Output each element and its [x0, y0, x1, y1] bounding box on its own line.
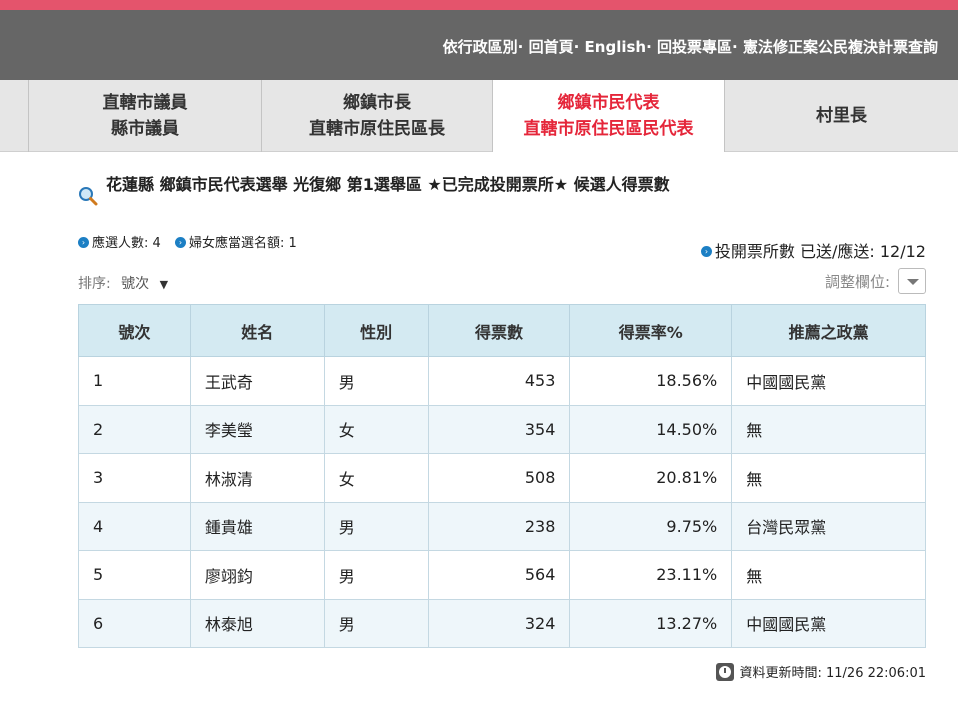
cell-gender: 男	[323, 356, 429, 406]
table-row: 1 王武奇 男 453 18.56% 中國國民黨	[78, 356, 926, 406]
tab-village-chief[interactable]: 村里長	[724, 80, 958, 152]
link-separator: ·	[732, 38, 738, 56]
column-header-party: 推薦之政黨	[731, 304, 926, 357]
seat-stats: › 應選人數: 4 › 婦女應當選名額: 1	[78, 232, 307, 251]
cell-rate: 18.56%	[569, 356, 733, 406]
table-row: 5 廖翊鈞 男 564 23.11% 無	[78, 550, 926, 600]
tab-label-line1: 鄉鎮市長	[343, 93, 411, 113]
link-separator: ·	[517, 38, 524, 56]
cell-name: 王武奇	[189, 356, 325, 406]
cell-name: 李美瑩	[189, 404, 325, 454]
cell-number: 3	[78, 453, 191, 503]
arrow-bullet-icon: ›	[78, 237, 89, 248]
cell-name: 廖翊鈞	[189, 550, 325, 600]
table-row: 6 林泰旭 男 324 13.27% 中國國民黨	[78, 598, 926, 648]
link-home[interactable]: 回首頁	[529, 38, 574, 56]
column-header-rate: 得票率%	[569, 304, 733, 357]
cell-number: 2	[78, 404, 191, 454]
magnifier-icon	[79, 187, 98, 206]
cell-name: 林泰旭	[189, 598, 325, 648]
station-stats: › 投開票所數 已送/應送: 12/12	[700, 238, 926, 262]
column-adjust: 調整欄位:	[825, 268, 926, 294]
cell-gender: 男	[323, 501, 429, 551]
tab-label-line1: 直轄市議員	[102, 93, 188, 113]
cell-rate: 14.50%	[569, 404, 733, 454]
site-header: 依行政區別· 回首頁· English· 回投票專區· 憲法修正案公民複決計票查…	[0, 10, 958, 80]
sort-dropdown-icon[interactable]: ▼	[160, 278, 168, 291]
column-header-number: 號次	[78, 304, 191, 357]
cell-gender: 男	[323, 598, 429, 648]
cell-votes: 324	[427, 598, 571, 648]
stations-reported: 投開票所數 已送/應送: 12/12	[714, 242, 926, 261]
cell-gender: 女	[323, 453, 429, 503]
women-quota-item: › 婦女應當選名額: 1	[174, 236, 297, 251]
cell-party: 台灣民眾黨	[731, 501, 926, 551]
cell-number: 1	[78, 356, 191, 406]
tab-councilors[interactable]: 直轄市議員 縣市議員	[28, 80, 261, 152]
page-title: 花蓮縣 鄉鎮市民代表選舉 光復鄉 第1選舉區 ★已完成投開票所★ 候選人得票數	[106, 175, 670, 194]
election-type-tabs: 直轄市議員 縣市議員 鄉鎮市長 直轄市原住民區長 鄉鎮市民代表 直轄市原住民區民…	[0, 80, 958, 152]
cell-party: 無	[731, 404, 926, 454]
cell-number: 4	[78, 501, 191, 551]
adjust-label: 調整欄位:	[824, 272, 890, 291]
column-dropdown-button[interactable]	[898, 268, 926, 294]
women-quota: 婦女應當選名額: 1	[188, 236, 297, 251]
elected-count-item: › 應選人數: 4	[78, 236, 161, 251]
link-separator: ·	[573, 38, 580, 56]
cell-rate: 13.27%	[569, 598, 733, 648]
table-row: 4 鍾貴雄 男 238 9.75% 台灣民眾黨	[78, 501, 926, 551]
link-voting-area[interactable]: 回投票專區	[657, 38, 732, 56]
cell-name: 鍾貴雄	[189, 501, 325, 551]
arrow-bullet-icon: ›	[174, 237, 186, 248]
results-table: 號次 姓名 性別 得票數 得票率% 推薦之政黨 1 王武奇 男 453 18.5…	[78, 304, 926, 648]
top-accent-strip	[0, 0, 958, 10]
update-time-area: 資料更新時間: 11/26 22:06:01	[715, 662, 927, 681]
tab-label-line2: 縣市議員	[111, 119, 179, 139]
cell-votes: 453	[427, 356, 571, 406]
link-referendum-query[interactable]: 憲法修正案公民複決計票查詢	[743, 38, 938, 56]
cell-votes: 354	[427, 404, 571, 454]
clock-icon	[715, 662, 734, 681]
top-nav-links: 依行政區別· 回首頁· English· 回投票專區· 憲法修正案公民複決計票查…	[443, 36, 938, 57]
cell-rate: 9.75%	[569, 501, 733, 551]
cell-number: 6	[78, 598, 191, 648]
sort-label: 排序:	[78, 276, 111, 292]
table-row: 3 林淑清 女 508 20.81% 無	[78, 453, 926, 503]
cell-party: 中國國民黨	[731, 598, 926, 648]
cell-votes: 238	[427, 501, 571, 551]
sort-value[interactable]: 號次	[121, 276, 149, 292]
table-row: 2 李美瑩 女 354 14.50% 無	[78, 404, 926, 454]
tab-township-representatives[interactable]: 鄉鎮市民代表 直轄市原住民區民代表	[492, 80, 724, 152]
cell-gender: 男	[323, 550, 429, 600]
link-separator: ·	[646, 38, 652, 56]
column-header-name: 姓名	[189, 304, 325, 357]
tab-label-line2: 直轄市原住民區民代表	[523, 119, 694, 139]
cell-votes: 564	[427, 550, 571, 600]
arrow-bullet-icon: ›	[700, 246, 712, 257]
cell-party: 無	[731, 550, 926, 600]
tab-label-line1: 鄉鎮市民代表	[557, 93, 660, 113]
cell-party: 無	[731, 453, 926, 503]
column-header-votes: 得票數	[427, 304, 571, 357]
tab-label-line1: 村里長	[816, 106, 867, 126]
link-english[interactable]: English	[585, 38, 647, 56]
cell-votes: 508	[427, 453, 571, 503]
column-header-gender: 性別	[323, 304, 429, 357]
cell-number: 5	[78, 550, 191, 600]
elected-count: 應選人數: 4	[92, 236, 161, 251]
cell-name: 林淑清	[189, 453, 325, 503]
tab-label-line2: 直轄市原住民區長	[309, 119, 445, 139]
cell-rate: 20.81%	[569, 453, 733, 503]
tab-township-mayor[interactable]: 鄉鎮市長 直轄市原住民區長	[261, 80, 492, 152]
update-time: 資料更新時間: 11/26 22:06:01	[739, 666, 927, 681]
cell-rate: 23.11%	[569, 550, 733, 600]
sort-control: 排序: 號次 ▼	[78, 273, 168, 293]
table-header-row: 號次 姓名 性別 得票數 得票率% 推薦之政黨	[78, 304, 926, 357]
cell-gender: 女	[323, 404, 429, 454]
link-by-district[interactable]: 依行政區別	[443, 38, 518, 56]
cell-party: 中國國民黨	[731, 356, 926, 406]
